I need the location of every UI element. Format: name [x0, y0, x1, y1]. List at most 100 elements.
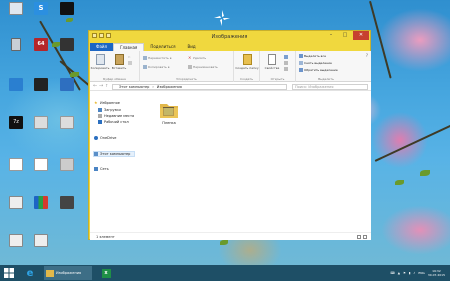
- internet-explorer-icon: e: [26, 267, 34, 279]
- app-icon: [60, 196, 74, 209]
- select-none-button[interactable]: Снять выделение: [299, 61, 332, 65]
- desktop-icon[interactable]: [52, 116, 82, 146]
- network-icon: [94, 167, 98, 171]
- create-group: Создать папку Создать: [234, 51, 260, 82]
- nav-recent[interactable]: Недавние места: [98, 114, 134, 118]
- address-bar-row: ← → ↑ Этот компьютер › Изображения Поиск…: [90, 82, 371, 91]
- network-icon[interactable]: ▮: [409, 271, 411, 275]
- select-none-icon: [299, 61, 303, 65]
- invert-selection-button[interactable]: Обратить выделение: [299, 68, 338, 72]
- properties-icon: [268, 54, 276, 65]
- close-button[interactable]: ✕: [353, 31, 369, 40]
- details-view-icon[interactable]: [357, 235, 361, 239]
- rename-icon: [188, 65, 192, 69]
- windows-start-icon[interactable]: [4, 268, 14, 278]
- folder-label: Пленка: [162, 121, 176, 125]
- keyboard-icon[interactable]: ⌨: [390, 271, 394, 275]
- title-bar[interactable]: Изображения – □ ✕: [89, 31, 370, 43]
- app-icon: [60, 78, 74, 91]
- nav-downloads[interactable]: Загрузки: [98, 108, 121, 112]
- history-button[interactable]: [284, 67, 288, 71]
- nav-network[interactable]: Сеть: [94, 167, 109, 171]
- desktop-icon[interactable]: [52, 78, 82, 108]
- desktop-icon[interactable]: [52, 38, 82, 68]
- tab-view[interactable]: Вид: [181, 43, 201, 51]
- chart-app-icon: [34, 196, 48, 209]
- help-icon[interactable]: ?: [366, 53, 368, 58]
- breadcrumb-this-pc[interactable]: Этот компьютер: [119, 85, 149, 89]
- computer-icon: [9, 2, 23, 15]
- app-icon: [9, 78, 23, 91]
- desktop-icon[interactable]: [52, 2, 82, 32]
- app-icon: [9, 158, 23, 171]
- paste-button[interactable]: Вставить: [112, 54, 126, 70]
- forward-icon[interactable]: →: [99, 83, 103, 89]
- clock[interactable]: 19:32 30.07.2015: [428, 269, 445, 277]
- navigation-pane: ★ Избранное Загрузки Недавние места Рабо…: [90, 91, 148, 232]
- view-switcher: [357, 235, 367, 239]
- cut-button[interactable]: ✂: [128, 55, 132, 59]
- desktop-icon[interactable]: [26, 234, 56, 264]
- branch: [374, 122, 450, 162]
- app-icon: [60, 158, 74, 171]
- nav-this-pc[interactable]: Этот компьютер: [93, 151, 136, 157]
- paste-icon: [114, 54, 124, 65]
- copy-path-button[interactable]: [128, 61, 132, 65]
- leaf: [70, 72, 79, 77]
- taskbar-explorer[interactable]: Изображения: [44, 266, 92, 280]
- taskbar-ie[interactable]: e: [22, 266, 38, 280]
- copy-icon: [95, 54, 105, 65]
- large-icons-view-icon[interactable]: [363, 235, 367, 239]
- move-to-button[interactable]: Переместить в: [143, 56, 172, 60]
- edit-button[interactable]: [284, 61, 288, 65]
- taskbar: e Изображения x ⌨ ▲ ⚑ ▮ ♪ ENG 19:32 30.0…: [0, 265, 450, 281]
- branch: [369, 0, 392, 79]
- app-icon: [60, 116, 74, 129]
- nav-onedrive[interactable]: OneDrive: [94, 136, 116, 140]
- address-input[interactable]: Этот компьютер › Изображения: [112, 83, 287, 90]
- recycle-bin-icon: [11, 38, 21, 51]
- rename-button[interactable]: Переименовать: [188, 65, 218, 69]
- cloud-icon: [94, 136, 98, 140]
- search-input[interactable]: Поиск: Изображения: [292, 83, 368, 90]
- app-icon: [60, 2, 74, 15]
- content-area: ★ Избранное Загрузки Недавние места Рабо…: [90, 91, 371, 232]
- copy-to-icon: [143, 65, 147, 69]
- clipboard-group: Копировать Вставить ✂ Буфер обмена: [90, 51, 140, 82]
- volume-icon[interactable]: ♪: [413, 271, 415, 275]
- ribbon-tabs: Файл Главная Поделиться Вид: [90, 43, 371, 51]
- folder-item[interactable]: Пленка: [156, 100, 182, 125]
- scissors-icon: ✂: [128, 55, 131, 59]
- maximize-button[interactable]: □: [339, 31, 351, 40]
- app-icon: [34, 78, 48, 91]
- tab-file[interactable]: Файл: [90, 43, 114, 51]
- copy-to-button[interactable]: Копировать в: [143, 65, 169, 69]
- language-indicator[interactable]: ENG: [418, 271, 424, 275]
- select-all-button[interactable]: Выделить все: [299, 54, 326, 58]
- delete-button[interactable]: ✕ Удалить: [188, 56, 206, 61]
- minimize-button[interactable]: –: [325, 31, 337, 40]
- new-folder-button[interactable]: Создать папку: [235, 54, 259, 70]
- folder-icon: [160, 104, 178, 118]
- taskbar-excel[interactable]: x: [98, 266, 114, 280]
- open-button[interactable]: [284, 55, 288, 59]
- properties-button[interactable]: Свойства: [263, 54, 281, 70]
- show-hidden-icons[interactable]: ▲: [398, 271, 400, 275]
- up-icon[interactable]: ↑: [105, 83, 108, 88]
- path-icon: [128, 61, 132, 65]
- document-icon: [34, 158, 48, 171]
- back-icon[interactable]: ←: [93, 83, 97, 89]
- explorer-window: Изображения – □ ✕ Файл Главная Поделитьс…: [88, 30, 371, 240]
- tab-home[interactable]: Главная: [113, 43, 145, 51]
- breadcrumb-separator: ›: [152, 84, 154, 89]
- breadcrumb-pictures[interactable]: Изображения: [157, 85, 182, 89]
- flag-icon[interactable]: ⚑: [403, 271, 406, 275]
- open-icon: [284, 55, 288, 59]
- desktop-icon[interactable]: [52, 158, 82, 188]
- nav-favorites[interactable]: ★ Избранное: [94, 101, 120, 106]
- desktop-icon[interactable]: [52, 196, 82, 226]
- move-icon: [143, 56, 147, 60]
- tab-share[interactable]: Поделиться: [144, 43, 181, 51]
- nav-desktop[interactable]: Рабочий стол: [98, 120, 129, 124]
- copy-button[interactable]: Копировать: [91, 54, 109, 70]
